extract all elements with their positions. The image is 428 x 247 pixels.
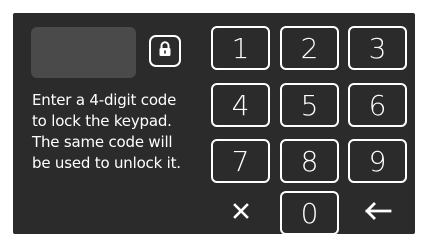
clear-button[interactable] [211, 191, 270, 234]
key-label: 3 [368, 31, 387, 65]
code-display-field [31, 27, 136, 78]
instructions-text: Enter a 4-digit code to lock the keypad.… [32, 90, 207, 174]
key-1[interactable]: 1 [211, 26, 270, 70]
lock-icon [158, 40, 172, 62]
instructions-line: to lock the keypad. [32, 112, 172, 130]
backspace-arrow-icon [364, 201, 392, 225]
key-7[interactable]: 7 [211, 139, 270, 183]
key-label: 4 [231, 88, 250, 122]
backspace-button[interactable] [348, 191, 407, 234]
key-5[interactable]: 5 [280, 83, 339, 127]
key-label: 9 [368, 144, 387, 178]
key-6[interactable]: 6 [348, 83, 407, 127]
key-label: 1 [231, 31, 250, 65]
instructions-line: The same code will [32, 133, 173, 151]
key-label: 0 [300, 196, 319, 230]
key-label: 8 [300, 144, 319, 178]
key-0[interactable]: 0 [280, 191, 339, 234]
key-8[interactable]: 8 [280, 139, 339, 183]
key-9[interactable]: 9 [348, 139, 407, 183]
key-4[interactable]: 4 [211, 83, 270, 127]
key-label: 6 [368, 88, 387, 122]
instructions-line: Enter a 4-digit code [32, 91, 177, 109]
keypad-screen: Enter a 4-digit code to lock the keypad.… [13, 13, 415, 234]
key-label: 2 [300, 31, 319, 65]
lock-button[interactable] [149, 35, 181, 67]
instructions-line: be used to unlock it. [32, 154, 181, 172]
clear-x-icon [232, 202, 249, 224]
key-2[interactable]: 2 [280, 26, 339, 70]
key-3[interactable]: 3 [348, 26, 407, 70]
key-label: 7 [231, 144, 250, 178]
key-label: 5 [300, 88, 319, 122]
